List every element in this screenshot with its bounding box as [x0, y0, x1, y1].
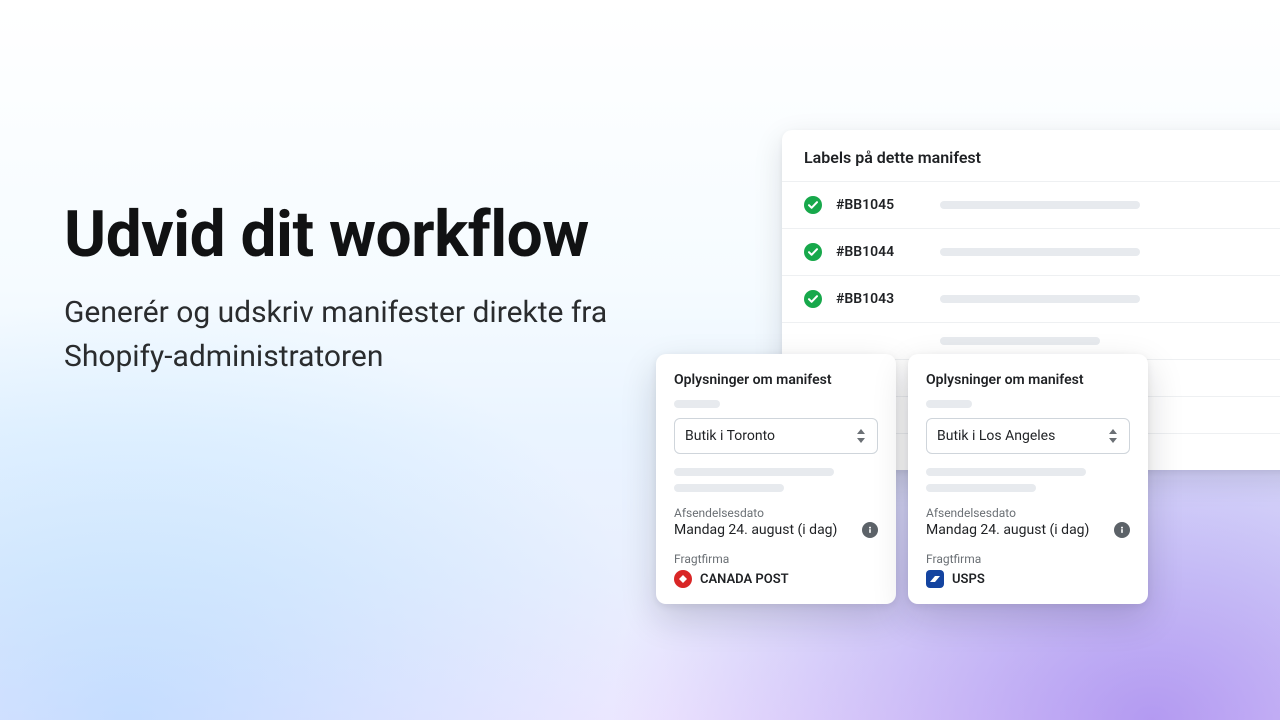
card-title: Oplysninger om manifest: [674, 372, 878, 388]
placeholder: [674, 484, 784, 492]
check-icon: [804, 243, 822, 261]
carrier-name: USPS: [952, 572, 985, 587]
select-stepper-icon: [1107, 427, 1119, 445]
select-stepper-icon: [855, 427, 867, 445]
placeholder-row: [940, 201, 1280, 209]
headline: Udvid dit workflow: [64, 200, 624, 269]
location-select[interactable]: Butik i Toronto: [674, 418, 878, 454]
carrier: USPS: [926, 570, 1130, 588]
marketing-copy: Udvid dit workflow Generér og udskriv ma…: [64, 200, 624, 378]
label-id: #BB1043: [836, 291, 926, 307]
placeholder: [674, 400, 720, 408]
table-row[interactable]: #BB1044: [782, 228, 1280, 275]
table-row[interactable]: #BB1043: [782, 275, 1280, 322]
placeholder-row: [940, 337, 1280, 345]
info-icon[interactable]: [862, 522, 878, 538]
label-id: #BB1044: [836, 244, 926, 260]
placeholder: [926, 468, 1086, 476]
select-value: Butik i Los Angeles: [937, 428, 1055, 444]
manifest-card-la: Oplysninger om manifest Butik i Los Ange…: [908, 354, 1148, 604]
carrier: CANADA POST: [674, 570, 878, 588]
check-icon: [804, 290, 822, 308]
card-title: Oplysninger om manifest: [926, 372, 1130, 388]
labels-panel-title: Labels på dette manifest: [782, 130, 1280, 181]
manifest-card-toronto: Oplysninger om manifest Butik i Toronto …: [656, 354, 896, 604]
subhead: Generér og udskriv manifester direkte fr…: [64, 291, 624, 378]
check-icon: [804, 196, 822, 214]
placeholder: [674, 468, 834, 476]
info-icon[interactable]: [1114, 522, 1130, 538]
select-value: Butik i Toronto: [685, 428, 775, 444]
placeholder: [926, 400, 972, 408]
date-label: Afsendelsesdato: [674, 506, 878, 520]
placeholder: [926, 484, 1036, 492]
carrier-label: Fragtfirma: [674, 552, 878, 566]
label-id: #BB1045: [836, 197, 926, 213]
stage: Udvid dit workflow Generér og udskriv ma…: [0, 0, 1280, 720]
date-value: Mandag 24. august (i dag): [926, 522, 1089, 538]
carrier-name: CANADA POST: [700, 572, 789, 587]
carrier-label: Fragtfirma: [926, 552, 1130, 566]
placeholder-row: [940, 248, 1280, 256]
canada-post-icon: [674, 570, 692, 588]
location-select[interactable]: Butik i Los Angeles: [926, 418, 1130, 454]
usps-icon: [926, 570, 944, 588]
date-value: Mandag 24. august (i dag): [674, 522, 837, 538]
date-label: Afsendelsesdato: [926, 506, 1130, 520]
placeholder-row: [940, 295, 1280, 303]
table-row[interactable]: #BB1045: [782, 181, 1280, 228]
